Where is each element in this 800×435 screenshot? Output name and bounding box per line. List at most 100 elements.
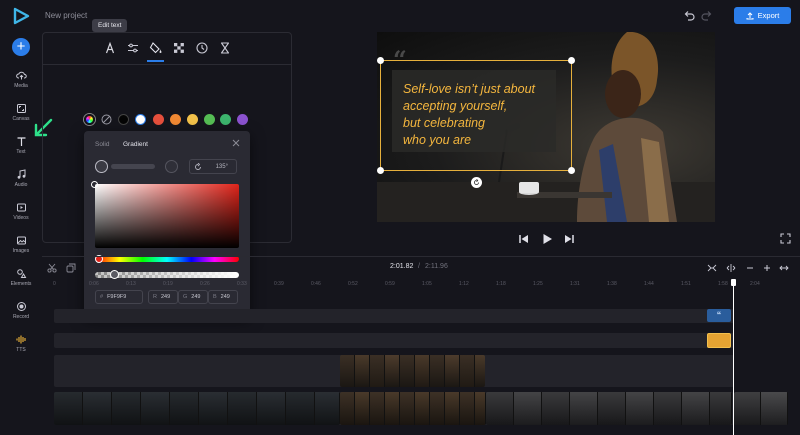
canvas-icon [16, 104, 26, 113]
overlay-video-clip[interactable] [340, 355, 485, 387]
main-video-clip-1[interactable] [54, 392, 340, 425]
sidebar-item-label: Record [12, 314, 30, 320]
resize-handle-bottom-right[interactable] [568, 167, 575, 174]
sidebar-item-record[interactable]: Record [0, 301, 42, 320]
rotate-icon [195, 163, 201, 170]
gradient-angle-input[interactable]: 135° [189, 159, 237, 174]
color-swatch-purple[interactable] [237, 114, 248, 125]
zoom-in-icon[interactable] [762, 263, 772, 273]
sidebar-item-images[interactable]: Images [0, 235, 42, 254]
split-view-icon[interactable] [726, 263, 736, 273]
sidebar-item-elements[interactable]: Elements [0, 268, 42, 287]
red-input[interactable]: R 249 [148, 290, 178, 304]
edit-text-tooltip: Edit text [92, 19, 128, 32]
color-swatch-green[interactable] [204, 114, 215, 125]
ruler-mark: 1:44 [644, 281, 654, 287]
skip-back-icon[interactable] [518, 233, 530, 245]
fullscreen-icon[interactable] [780, 233, 791, 244]
close-icon[interactable] [232, 139, 240, 147]
resize-handle-top-right[interactable] [568, 57, 575, 64]
fit-timeline-icon[interactable] [707, 263, 717, 273]
main-video-clip-3[interactable] [486, 392, 732, 425]
hex-input[interactable]: # F9F9F9 [95, 290, 143, 304]
ruler-mark: 0:39 [274, 281, 284, 287]
color-swatch-black[interactable] [118, 114, 129, 125]
gradient-stop-track[interactable] [111, 164, 155, 169]
redo-icon[interactable] [701, 10, 713, 22]
ruler-mark: 1:38 [607, 281, 617, 287]
timeline-track-quote[interactable] [54, 309, 734, 323]
animation-icon[interactable] [218, 41, 232, 55]
color-swatch-red[interactable] [153, 114, 164, 125]
text-adjust-icon[interactable] [126, 41, 140, 55]
total-time: 2:11.96 [425, 263, 448, 270]
resize-handle-bottom-left[interactable] [377, 167, 384, 174]
cloud-upload-icon [15, 71, 27, 80]
color-wheel-swatch[interactable] [84, 114, 95, 125]
record-icon [16, 302, 26, 311]
sidebar-item-audio[interactable]: Audio [0, 169, 42, 188]
saturation-value-area[interactable] [95, 184, 239, 248]
play-icon[interactable] [541, 233, 553, 245]
ruler-mark: 0 [53, 281, 56, 287]
gradient-start-stop[interactable] [95, 160, 108, 173]
skip-forward-icon[interactable] [563, 233, 575, 245]
text-font-icon[interactable] [103, 41, 117, 55]
timeline-track-text[interactable] [54, 333, 734, 348]
quote-clip[interactable]: “ [707, 309, 731, 322]
saturation-handle[interactable] [91, 181, 98, 188]
color-swatch-yellow[interactable] [187, 114, 198, 125]
rotate-handle[interactable] [471, 177, 482, 188]
ruler-mark: 1:51 [681, 281, 691, 287]
video-preview[interactable]: “ Self-love isn’t just about accepting y… [377, 32, 715, 222]
sidebar-item-videos[interactable]: Videos [0, 202, 42, 221]
ruler-mark: 0:46 [311, 281, 321, 287]
main-video-clip-4[interactable] [734, 392, 788, 425]
scissors-icon[interactable] [47, 263, 57, 273]
color-swatch-teal[interactable] [220, 114, 231, 125]
expand-timeline-icon[interactable] [779, 263, 789, 273]
undo-icon[interactable] [683, 10, 695, 22]
time-separator: / [418, 263, 420, 270]
red-label: R [153, 294, 157, 300]
sidebar-item-media[interactable]: Media [0, 70, 42, 89]
ruler-mark: 1:18 [496, 281, 506, 287]
color-swatch-orange[interactable] [170, 114, 181, 125]
blue-label: B [213, 294, 217, 300]
gradient-angle-value: 135° [215, 163, 228, 170]
main-video-clip-2[interactable] [340, 392, 486, 425]
export-button[interactable]: Export [734, 7, 791, 24]
timing-icon[interactable] [195, 41, 209, 55]
text-clip[interactable] [707, 333, 731, 348]
active-tool-indicator [147, 60, 164, 62]
ruler-mark: 0:19 [163, 281, 173, 287]
color-swatch-white[interactable] [135, 114, 146, 125]
duplicate-icon[interactable] [66, 263, 76, 273]
app-logo-icon[interactable] [12, 7, 30, 25]
timeline-ruler[interactable]: 0 0:06 0:13 0:19 0:26 0:33 0:39 0:46 0:5… [53, 278, 798, 292]
project-title[interactable]: New project [45, 11, 87, 20]
tab-gradient[interactable]: Gradient [123, 141, 148, 148]
blue-input[interactable]: B 249 [208, 290, 238, 304]
green-value: 249 [191, 294, 201, 300]
fill-color-icon[interactable] [149, 41, 163, 55]
ruler-mark: 0:52 [348, 281, 358, 287]
resize-handle-top-left[interactable] [377, 57, 384, 64]
transparency-icon[interactable] [172, 41, 186, 55]
rotate-icon [474, 179, 479, 185]
sidebar-item-label: Text [16, 149, 26, 155]
add-media-button[interactable]: + [12, 38, 30, 56]
no-color-icon[interactable] [101, 114, 112, 125]
text-selection-frame[interactable] [380, 60, 572, 171]
playhead-handle[interactable] [731, 279, 736, 286]
sidebar-item-tts[interactable]: TTS [0, 334, 42, 353]
ruler-mark: 0:26 [200, 281, 210, 287]
playhead[interactable] [733, 281, 734, 435]
red-value: 249 [160, 294, 171, 300]
sidebar-item-label: Audio [14, 182, 28, 188]
green-label: G [183, 294, 188, 300]
zoom-out-icon[interactable] [745, 263, 755, 273]
green-input[interactable]: G 249 [178, 290, 208, 304]
gradient-end-stop[interactable] [165, 160, 178, 173]
tab-solid[interactable]: Solid [95, 141, 109, 148]
